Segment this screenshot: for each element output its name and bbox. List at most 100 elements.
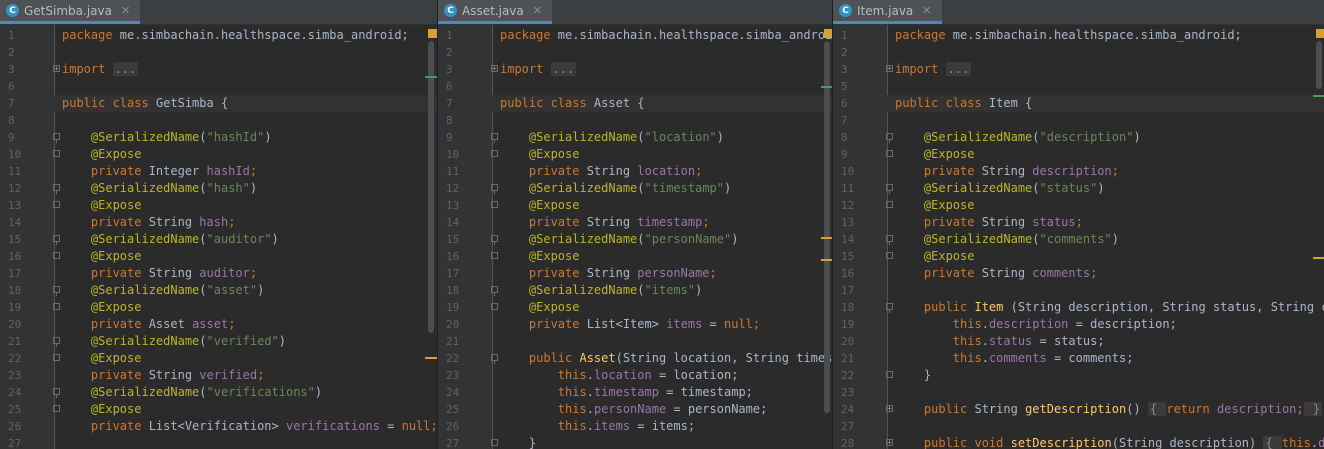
code-line[interactable]: 20 private List<Item> items = null; [438, 316, 833, 333]
code-line[interactable]: 25 @Expose [0, 401, 437, 418]
code-line[interactable]: 25 this.personName = personName; [438, 401, 833, 418]
code-line[interactable]: 9 @SerializedName("hashId") [0, 129, 437, 146]
code-line[interactable]: 13 private String status; [833, 214, 1324, 231]
code-line[interactable]: 22 public Asset(String location, String … [438, 350, 833, 367]
code-line[interactable]: 7 [833, 112, 1324, 129]
collapse-fold-icon[interactable] [491, 184, 498, 194]
expand-fold-icon[interactable]: + [491, 65, 498, 73]
code-line[interactable]: 26 private List<Verification> verificati… [0, 418, 437, 435]
code-line[interactable]: 19 @Expose [438, 299, 833, 316]
collapse-fold-icon[interactable] [491, 354, 498, 364]
code-line[interactable]: 24 + public String getDescription() { ret… [833, 401, 1324, 418]
scrollbar-thumb[interactable] [824, 41, 830, 413]
scrollbar-thumb[interactable] [428, 41, 434, 333]
code-line[interactable]: 17 [833, 282, 1324, 299]
collapse-fold-icon[interactable] [491, 133, 498, 143]
code-line[interactable]: 15 @SerializedName("personName") [438, 231, 833, 248]
code-line[interactable]: 13 @Expose [438, 197, 833, 214]
close-icon[interactable]: ✕ [922, 4, 931, 17]
code-line[interactable]: 10 private String description; [833, 163, 1324, 180]
code-line[interactable]: 14 private String timestamp; [438, 214, 833, 231]
code-line[interactable]: 16 @Expose [0, 248, 437, 265]
code-line[interactable]: 21 @SerializedName("verified") [0, 333, 437, 350]
code-line[interactable]: 21 this.comments = comments; [833, 350, 1324, 367]
code-line[interactable]: 15 @SerializedName("auditor") [0, 231, 437, 248]
collapse-fold-icon[interactable] [53, 337, 60, 347]
code-line[interactable]: 18 public Item (String description, Stri… [833, 299, 1324, 316]
code-line[interactable]: 8 @SerializedName("description") [833, 129, 1324, 146]
code-editor[interactable]: 1 package me.simbachain.healthspace.simba… [438, 25, 833, 449]
code-line[interactable]: 27 [833, 418, 1324, 435]
code-line[interactable]: 11 private String location; [438, 163, 833, 180]
code-line[interactable]: 23 private String verified; [0, 367, 437, 384]
scrollbar[interactable] [425, 25, 437, 449]
scrollbar-thumb[interactable] [1316, 41, 1322, 89]
collapse-fold-icon[interactable] [53, 201, 60, 208]
scrollbar[interactable] [1313, 25, 1324, 449]
code-line[interactable]: 19 @Expose [0, 299, 437, 316]
collapse-fold-icon[interactable] [491, 439, 498, 446]
collapse-fold-icon[interactable] [53, 235, 60, 245]
code-line[interactable]: 20 private Asset asset; [0, 316, 437, 333]
code-editor[interactable]: 1 package me.simbachain.healthspace.simba… [833, 25, 1324, 449]
code-line[interactable]: 17 private String personName; [438, 265, 833, 282]
code-line[interactable]: 3 + import ... [438, 61, 833, 78]
change-marker[interactable] [425, 76, 437, 78]
collapse-fold-icon[interactable] [886, 371, 893, 378]
collapse-fold-icon[interactable] [886, 133, 893, 143]
collapse-fold-icon[interactable] [491, 150, 498, 157]
collapse-fold-icon[interactable] [886, 150, 893, 157]
collapse-fold-icon[interactable] [53, 286, 60, 296]
code-line[interactable]: 3 + import ... [0, 61, 437, 78]
code-line[interactable]: 10 @Expose [0, 146, 437, 163]
close-icon[interactable]: ✕ [121, 4, 130, 17]
collapse-fold-icon[interactable] [53, 388, 60, 398]
code-line[interactable]: 3 + import ... [833, 61, 1324, 78]
code-line[interactable]: 8 [0, 112, 437, 129]
collapse-fold-icon[interactable] [53, 303, 60, 310]
code-line[interactable]: 7 public class GetSimba { [0, 95, 437, 112]
collapse-fold-icon[interactable] [886, 252, 893, 259]
code-line[interactable]: 9 @SerializedName("location") [438, 129, 833, 146]
code-line[interactable]: 22 @Expose [0, 350, 437, 367]
code-line[interactable]: 12 @SerializedName("hash") [0, 180, 437, 197]
code-line[interactable]: 6 [438, 78, 833, 95]
code-line[interactable]: 10 @Expose [438, 146, 833, 163]
code-line[interactable]: 7 public class Asset { [438, 95, 833, 112]
code-line[interactable]: 19 this.description = description; [833, 316, 1324, 333]
code-line[interactable]: 21 [438, 333, 833, 350]
code-line[interactable]: 12 @Expose [833, 197, 1324, 214]
code-line[interactable]: 6 [0, 78, 437, 95]
collapse-fold-icon[interactable] [53, 133, 60, 143]
collapse-fold-icon[interactable] [53, 405, 60, 412]
code-line[interactable]: 2 [833, 44, 1324, 61]
collapse-fold-icon[interactable] [53, 354, 60, 361]
collapse-fold-icon[interactable] [491, 286, 498, 296]
code-line[interactable]: 18 @SerializedName("asset") [0, 282, 437, 299]
collapse-fold-icon[interactable] [491, 303, 498, 310]
code-line[interactable]: 1 package me.simbachain.healthspace.simba… [833, 27, 1324, 44]
tab-item-java[interactable]: C Item.java ✕ [833, 0, 942, 24]
code-line[interactable]: 24 @SerializedName("verifications") [0, 384, 437, 401]
code-line[interactable]: 27 } [438, 435, 833, 449]
code-line[interactable]: 2 [438, 44, 833, 61]
collapse-fold-icon[interactable] [886, 303, 893, 313]
collapse-fold-icon[interactable] [886, 235, 893, 245]
code-line[interactable]: 9 @Expose [833, 146, 1324, 163]
tab-getsimba-java[interactable]: C GetSimba.java ✕ [0, 0, 141, 24]
expand-fold-icon[interactable]: + [886, 65, 893, 73]
code-line[interactable]: 1 package me.simbachain.healthspace.simba… [438, 27, 833, 44]
code-line[interactable]: 5 [833, 78, 1324, 95]
code-line[interactable]: 18 @SerializedName("items") [438, 282, 833, 299]
collapse-fold-icon[interactable] [53, 150, 60, 157]
collapse-fold-icon[interactable] [886, 184, 893, 194]
code-line[interactable]: 14 private String hash; [0, 214, 437, 231]
collapse-fold-icon[interactable] [886, 201, 893, 208]
warning-marker[interactable] [1313, 257, 1324, 259]
code-line[interactable]: 15 @Expose [833, 248, 1324, 265]
warning-indicator-icon[interactable] [1316, 29, 1324, 38]
code-line[interactable]: 23 [833, 384, 1324, 401]
code-line[interactable]: 17 private String auditor; [0, 265, 437, 282]
code-line[interactable]: 1 package me.simbachain.healthspace.simba… [0, 27, 437, 44]
warning-marker[interactable] [425, 357, 437, 359]
